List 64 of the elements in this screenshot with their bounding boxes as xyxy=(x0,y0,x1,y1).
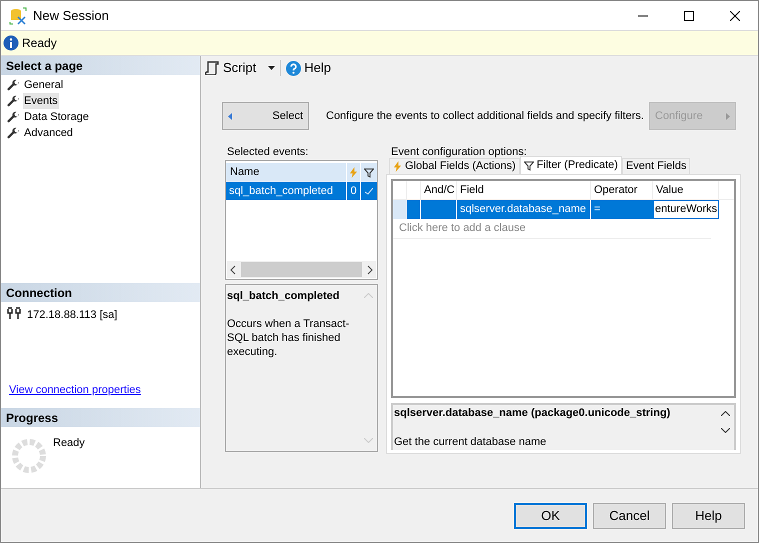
dialog-button[interactable]: OK xyxy=(514,502,587,528)
session-icon xyxy=(9,6,27,24)
page-item[interactable]: Events xyxy=(23,92,59,110)
event-row[interactable]: sql_batch_completed 0 xyxy=(226,182,377,200)
scroll-up-icon[interactable] xyxy=(721,411,730,416)
dialog-button[interactable]: Help xyxy=(672,502,745,528)
field-info-text: Get the current database name xyxy=(394,434,548,450)
page-item[interactable]: Advanced xyxy=(23,124,74,142)
page-item[interactable]: Data Storage xyxy=(23,108,90,126)
dialog-button[interactable]: Cancel xyxy=(593,502,666,528)
section-header: Progress xyxy=(1,408,200,427)
left-arrow-icon xyxy=(228,112,232,120)
scrollbar-thumb[interactable] xyxy=(241,262,362,277)
value-input[interactable]: entureWorks xyxy=(653,200,719,219)
section-header: Select a page xyxy=(1,56,200,75)
grid-cell[interactable] xyxy=(407,200,421,219)
operator-cell[interactable]: = xyxy=(591,200,653,219)
wrench-icon xyxy=(7,110,20,124)
page-item[interactable]: General xyxy=(23,76,64,94)
instructions-text: Configure the events to collect additional fields and specify filters. xyxy=(326,108,644,124)
progress-spinner-icon xyxy=(11,438,47,474)
tab[interactable]: Filter (Predicate) xyxy=(520,156,622,174)
info-icon xyxy=(3,35,19,51)
lightning-icon xyxy=(393,161,402,172)
dropdown-caret-icon[interactable] xyxy=(268,66,276,70)
right-arrow-icon xyxy=(726,112,730,120)
script-button[interactable]: Script xyxy=(204,58,258,78)
section-header: Connection xyxy=(1,283,200,302)
status-text: Ready xyxy=(22,35,57,52)
lightning-icon xyxy=(349,167,358,178)
field-info-title: sqlserver.database_name (package0.unicode_string) xyxy=(394,406,672,421)
selected-events-label: Selected events: xyxy=(226,145,310,159)
progress-status: Ready xyxy=(53,436,85,451)
close-icon[interactable] xyxy=(730,10,740,20)
config-options-label: Event configuration options: xyxy=(390,145,528,156)
event-name: sql_batch_completed xyxy=(226,182,347,200)
tab[interactable]: Global Fields (Actions) xyxy=(389,158,520,174)
select-button[interactable]: Select xyxy=(222,102,309,130)
wrench-icon xyxy=(7,78,20,92)
add-clause-row[interactable]: Click here to add a clause xyxy=(393,219,711,239)
maximize-icon[interactable] xyxy=(684,10,694,20)
column-header[interactable]: Value xyxy=(653,181,719,199)
field-cell[interactable]: sqlserver.database_name xyxy=(457,200,591,219)
scroll-down-icon[interactable] xyxy=(721,428,730,433)
wrench-icon xyxy=(7,94,20,108)
script-icon xyxy=(205,61,219,75)
connection-icon xyxy=(7,307,21,319)
column-header[interactable]: And/C xyxy=(421,181,457,199)
help-button[interactable]: Help xyxy=(286,58,331,78)
tab[interactable]: Event Fields xyxy=(622,158,690,174)
wrench-icon xyxy=(7,126,20,140)
filter-icon xyxy=(364,168,374,178)
row-header-cell[interactable] xyxy=(393,200,407,219)
column-header[interactable]: Field xyxy=(457,181,591,199)
window-title: New Session xyxy=(33,6,109,25)
connection-properties-link[interactable]: View connection properties xyxy=(1,382,200,408)
action-count: 0 xyxy=(347,182,361,200)
event-description: Occurs when a Transact-SQL batch has finished executing. xyxy=(227,316,350,358)
help-icon xyxy=(286,60,302,76)
server-label: 172.18.88.113 [sa] xyxy=(27,308,118,323)
grid-cell[interactable] xyxy=(421,200,457,219)
filter-icon xyxy=(524,160,534,170)
event-title: sql_batch_completed xyxy=(227,289,340,304)
column-header[interactable]: Operator xyxy=(591,181,653,199)
